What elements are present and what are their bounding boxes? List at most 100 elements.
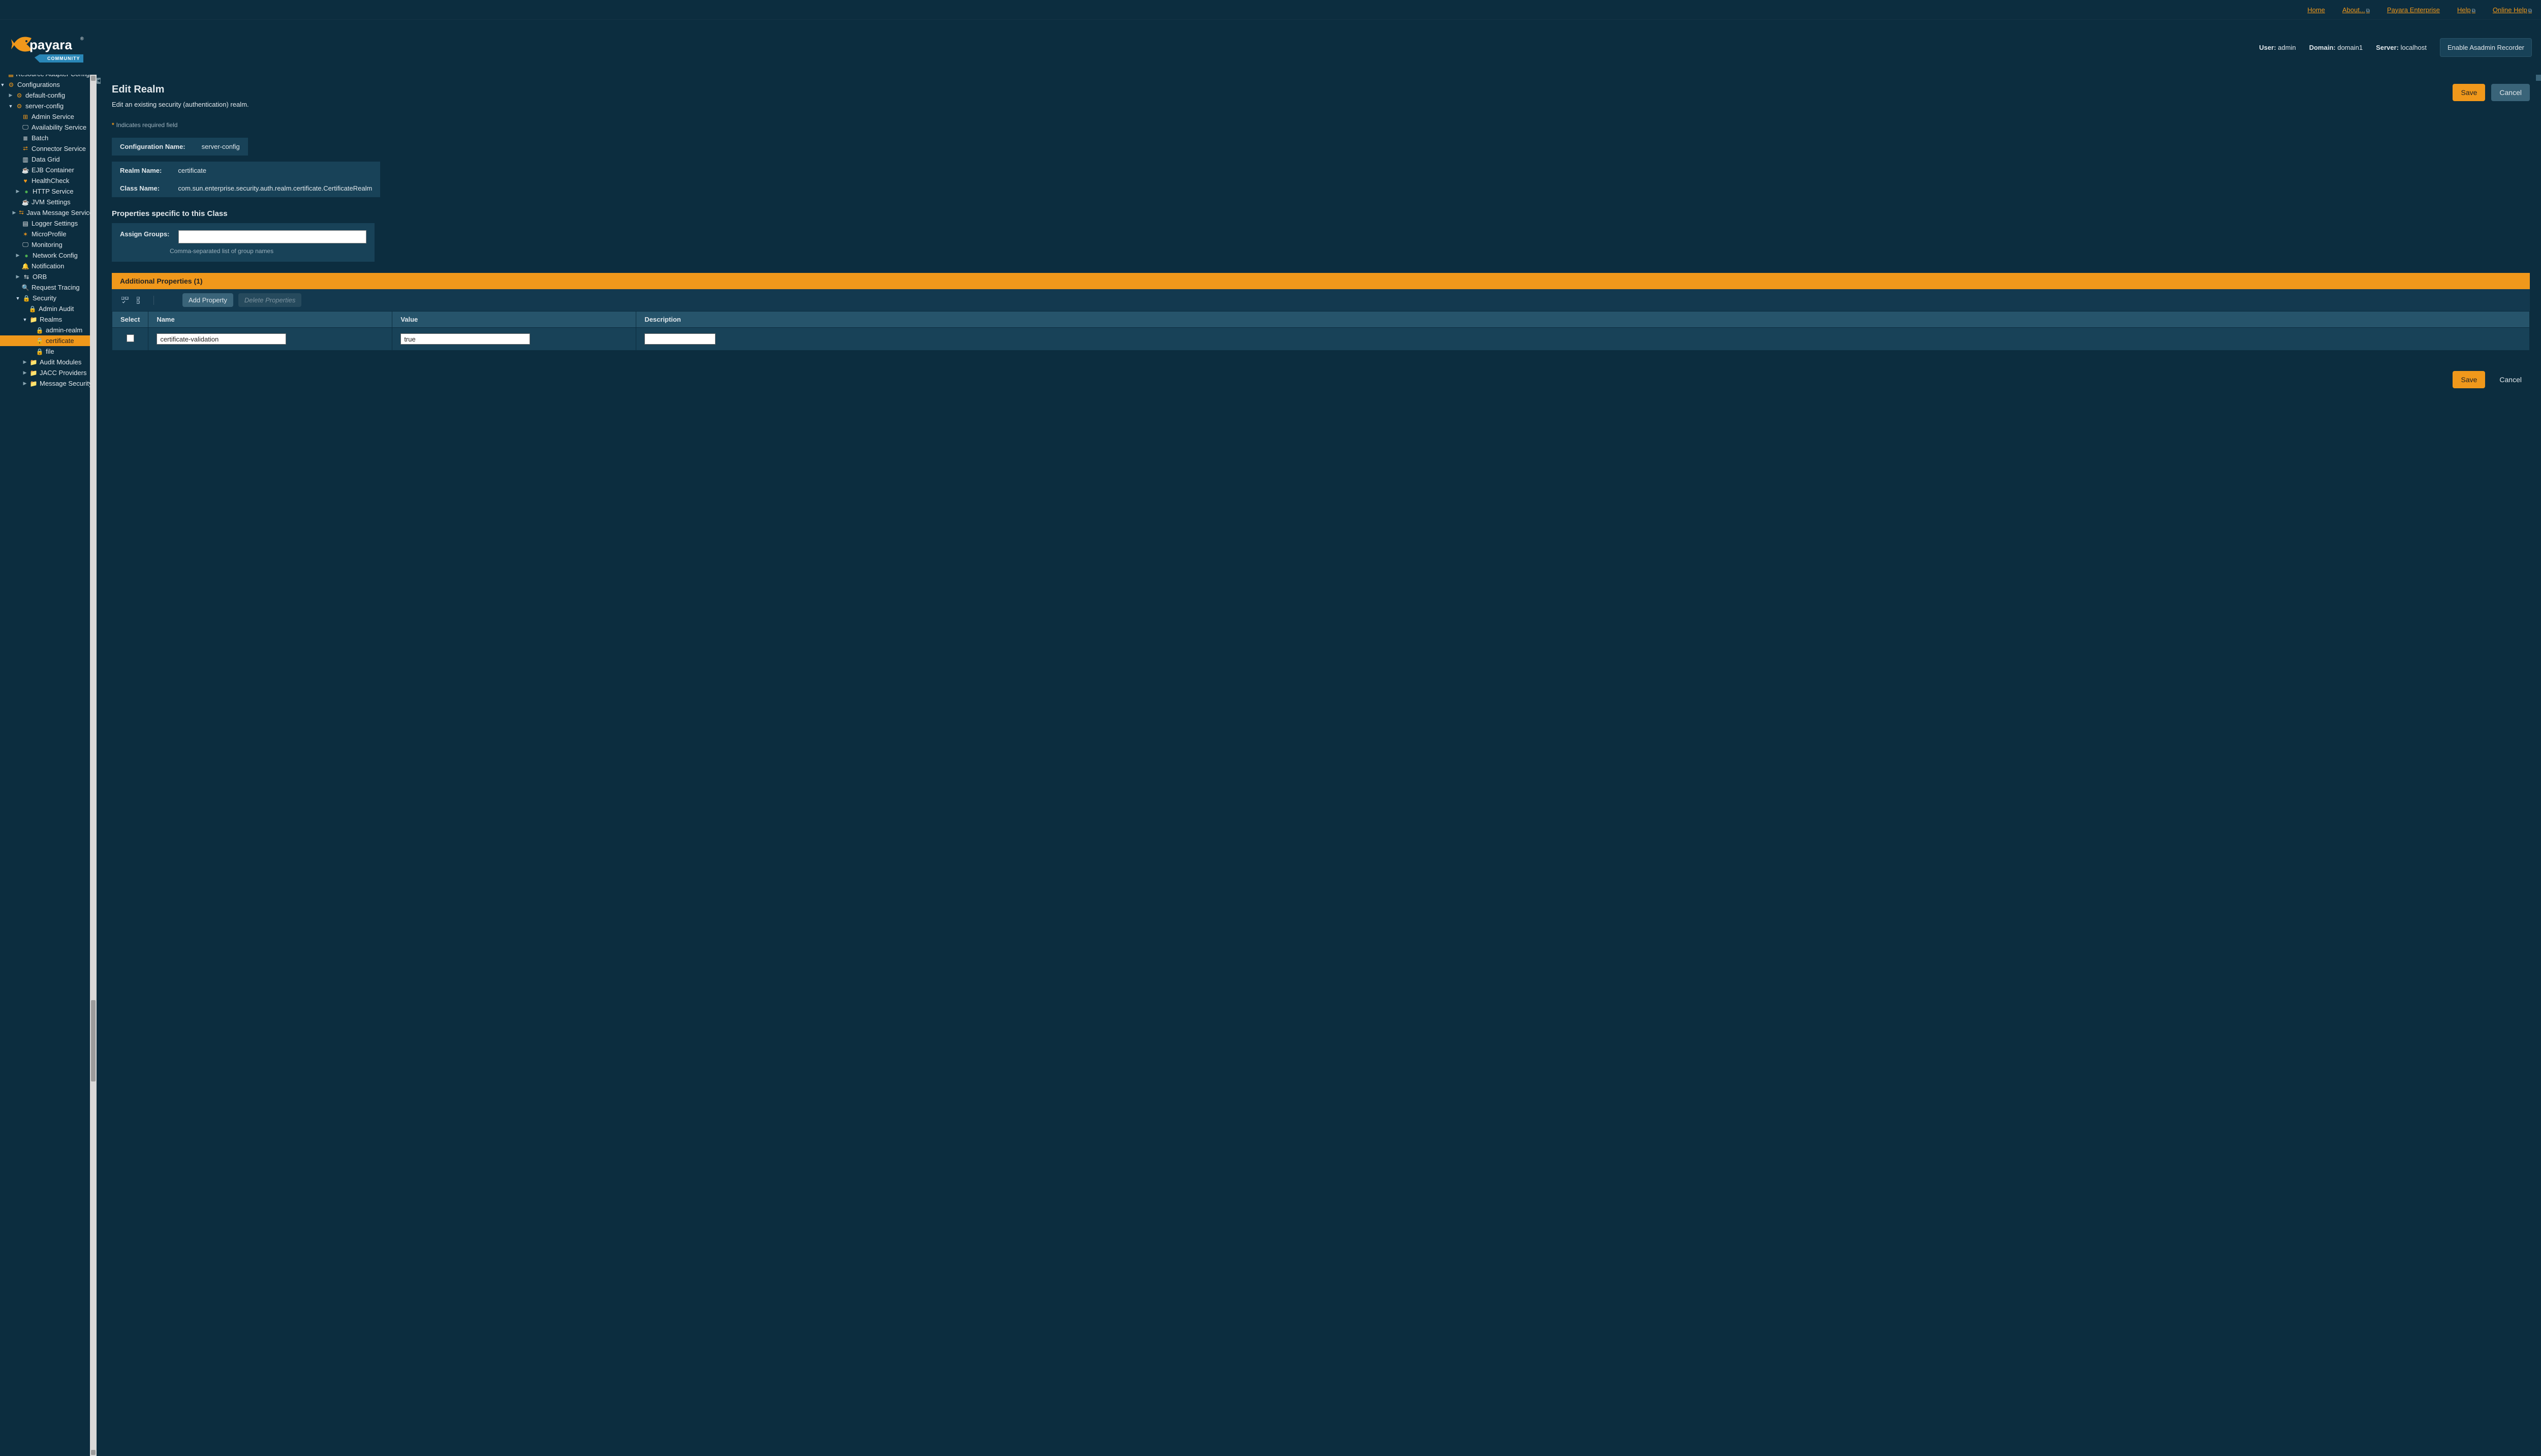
save-button-bottom[interactable]: Save xyxy=(2453,371,2485,388)
sidebar-item-server-config[interactable]: ▼ ⚙ server-config xyxy=(0,101,95,111)
scrollbar-thumb[interactable] xyxy=(91,1000,96,1081)
chart-icon: ▥ xyxy=(21,156,29,164)
document-icon: ▤ xyxy=(21,220,29,228)
brand-logo[interactable]: payara ® COMMUNITY xyxy=(9,29,85,66)
folder-icon: 📁 xyxy=(29,316,38,324)
tree-toggle-icon[interactable]: ▶ xyxy=(22,381,27,386)
enable-recorder-button[interactable]: Enable Asadmin Recorder xyxy=(2440,38,2532,57)
sidebar-item-orb[interactable]: ▶⇆ORB xyxy=(0,271,95,282)
additional-properties-header: Additional Properties (1) xyxy=(112,273,2530,289)
sidebar-item-admin-realm[interactable]: 🔒admin-realm xyxy=(0,325,95,335)
sidebar-item-audit-modules[interactable]: ▶📁Audit Modules xyxy=(0,357,95,367)
tree-toggle-icon[interactable]: ▼ xyxy=(0,82,5,87)
assign-groups-input[interactable] xyxy=(178,230,366,243)
add-property-button[interactable]: Add Property xyxy=(182,293,233,307)
heart-icon: ♥ xyxy=(21,177,29,185)
scrollbar-up-icon[interactable] xyxy=(91,76,96,81)
scrollbar-down-icon[interactable] xyxy=(91,1450,96,1455)
sidebar-item-label: Request Tracing xyxy=(32,284,80,291)
property-name-input[interactable] xyxy=(157,333,286,345)
top-link-online-help-label: Online Help xyxy=(2493,6,2527,14)
server-label: Server: xyxy=(2376,44,2399,51)
col-name[interactable]: Name xyxy=(148,312,392,328)
sidebar-item-connector-service[interactable]: ⮂Connector Service xyxy=(0,143,95,154)
sidebar-item-admin-service[interactable]: ⊞Admin Service xyxy=(0,111,95,122)
sidebar-item-default-config[interactable]: ▶ ⚙ default-config xyxy=(0,90,95,101)
sidebar-item-microprofile[interactable]: ✶MicroProfile xyxy=(0,229,95,239)
col-description[interactable]: Description xyxy=(636,312,2530,328)
domain-info: Domain: domain1 xyxy=(2309,44,2363,51)
col-value[interactable]: Value xyxy=(392,312,636,328)
top-link-about[interactable]: About...⧉ xyxy=(2342,6,2370,14)
deselect-all-icon[interactable] xyxy=(135,296,145,305)
tree-toggle-icon[interactable]: ▼ xyxy=(22,317,27,322)
top-link-help[interactable]: Help⧉ xyxy=(2457,6,2475,14)
folder-icon: 📁 xyxy=(29,369,38,377)
sidebar-item-logger-settings[interactable]: ▤Logger Settings xyxy=(0,218,95,229)
sidebar-item-admin-audit[interactable]: 🔒Admin Audit xyxy=(0,303,95,314)
bean-icon: ☕ xyxy=(21,166,29,174)
tree-toggle-icon[interactable]: ▶ xyxy=(15,253,20,258)
delete-properties-button[interactable]: Delete Properties xyxy=(238,293,301,307)
sidebar-item-jvm-settings[interactable]: ☕JVM Settings xyxy=(0,197,95,207)
cancel-button[interactable]: Cancel xyxy=(2491,84,2530,101)
property-value-input[interactable] xyxy=(400,333,530,345)
tree-toggle-icon[interactable]: ▶ xyxy=(15,274,20,280)
sidebar-item-ejb-container[interactable]: ☕EJB Container xyxy=(0,165,95,175)
top-link-enterprise[interactable]: Payara Enterprise xyxy=(2387,6,2440,14)
sidebar-item-batch[interactable]: ≣Batch xyxy=(0,133,95,143)
sidebar-item-label: Data Grid xyxy=(32,156,60,163)
sidebar-item-label: EJB Container xyxy=(32,166,74,174)
sidebar-splitter[interactable]: ◀◀ xyxy=(97,75,101,1456)
sidebar-item-jacc-providers[interactable]: ▶📁JACC Providers xyxy=(0,367,95,378)
sidebar-item-label: JVM Settings xyxy=(32,198,71,206)
sidebar-scrollbar[interactable] xyxy=(90,75,97,1456)
sidebar-item-notification[interactable]: 🔔Notification xyxy=(0,261,95,271)
assign-groups-field: Assign Groups: Comma-separated list of g… xyxy=(112,223,375,262)
link-icon: ⇆ xyxy=(22,273,30,281)
sidebar-item-data-grid[interactable]: ▥Data Grid xyxy=(0,154,95,165)
sidebar-item-realms[interactable]: ▼📁Realms xyxy=(0,314,95,325)
sidebar-item-security[interactable]: ▼🔒Security xyxy=(0,293,95,303)
tree-toggle-icon[interactable]: ▼ xyxy=(8,104,13,109)
sidebar-item-label: ORB xyxy=(33,273,47,281)
sidebar-item-configurations[interactable]: ▼ ⚙ Configurations xyxy=(0,79,95,90)
sidebar-item-healthcheck[interactable]: ♥HealthCheck xyxy=(0,175,95,186)
sidebar-item-label: Resource Adapter Configs xyxy=(16,75,93,78)
tree-toggle-icon[interactable]: ▶ xyxy=(15,189,20,194)
cancel-button-bottom[interactable]: Cancel xyxy=(2491,371,2530,388)
sidebar-item-label: HealthCheck xyxy=(32,177,69,184)
tree-toggle-icon[interactable]: ▶ xyxy=(12,210,16,215)
tree-toggle-icon[interactable]: ▶ xyxy=(8,92,13,98)
class-name-label: Class Name: xyxy=(112,179,170,197)
sidebar-item-availability-service[interactable]: 🖵Availability Service xyxy=(0,122,95,133)
sidebar-item-certificate[interactable]: 🔒certificate xyxy=(0,335,95,346)
top-link-home[interactable]: Home xyxy=(2307,6,2325,14)
connector-icon: ⮂ xyxy=(21,145,29,153)
config-name-label: Configuration Name: xyxy=(112,138,194,156)
realm-name-label: Realm Name: xyxy=(112,162,170,179)
tree-toggle-icon[interactable]: ▶ xyxy=(22,370,27,376)
sidebar-item-message-security[interactable]: ▶📁Message Security xyxy=(0,378,95,389)
page-scroll-indicator[interactable] xyxy=(2536,75,2541,81)
col-select[interactable]: Select xyxy=(112,312,148,328)
tree-toggle-icon[interactable]: ▼ xyxy=(15,296,20,301)
external-link-icon: ⧉ xyxy=(2366,8,2370,14)
property-description-input[interactable] xyxy=(644,333,716,345)
sidebar-item-file[interactable]: 🔒file xyxy=(0,346,95,357)
class-name-value: com.sun.enterprise.security.auth.realm.c… xyxy=(170,179,380,197)
sidebar-item-http-service[interactable]: ▶●HTTP Service xyxy=(0,186,95,197)
save-button[interactable]: Save xyxy=(2453,84,2485,101)
sidebar-item-jms[interactable]: ▶⮀Java Message Service xyxy=(0,207,95,218)
sidebar-item-request-tracing[interactable]: 🔍Request Tracing xyxy=(0,282,95,293)
tree-toggle-icon[interactable]: ▶ xyxy=(22,359,27,365)
sidebar-item-network-config[interactable]: ▶●Network Config xyxy=(0,250,95,261)
required-star-icon: * xyxy=(112,121,114,129)
top-link-online-help[interactable]: Online Help⧉ xyxy=(2493,6,2532,14)
sidebar-item-resource-adapter-configs[interactable]: ▦ Resource Adapter Configs xyxy=(0,75,95,79)
row-select-checkbox[interactable] xyxy=(127,334,134,342)
select-all-icon[interactable] xyxy=(120,296,130,305)
sidebar-item-monitoring[interactable]: 🖵Monitoring xyxy=(0,239,95,250)
domain-value: domain1 xyxy=(2337,44,2363,51)
globe-icon: ● xyxy=(22,188,30,196)
